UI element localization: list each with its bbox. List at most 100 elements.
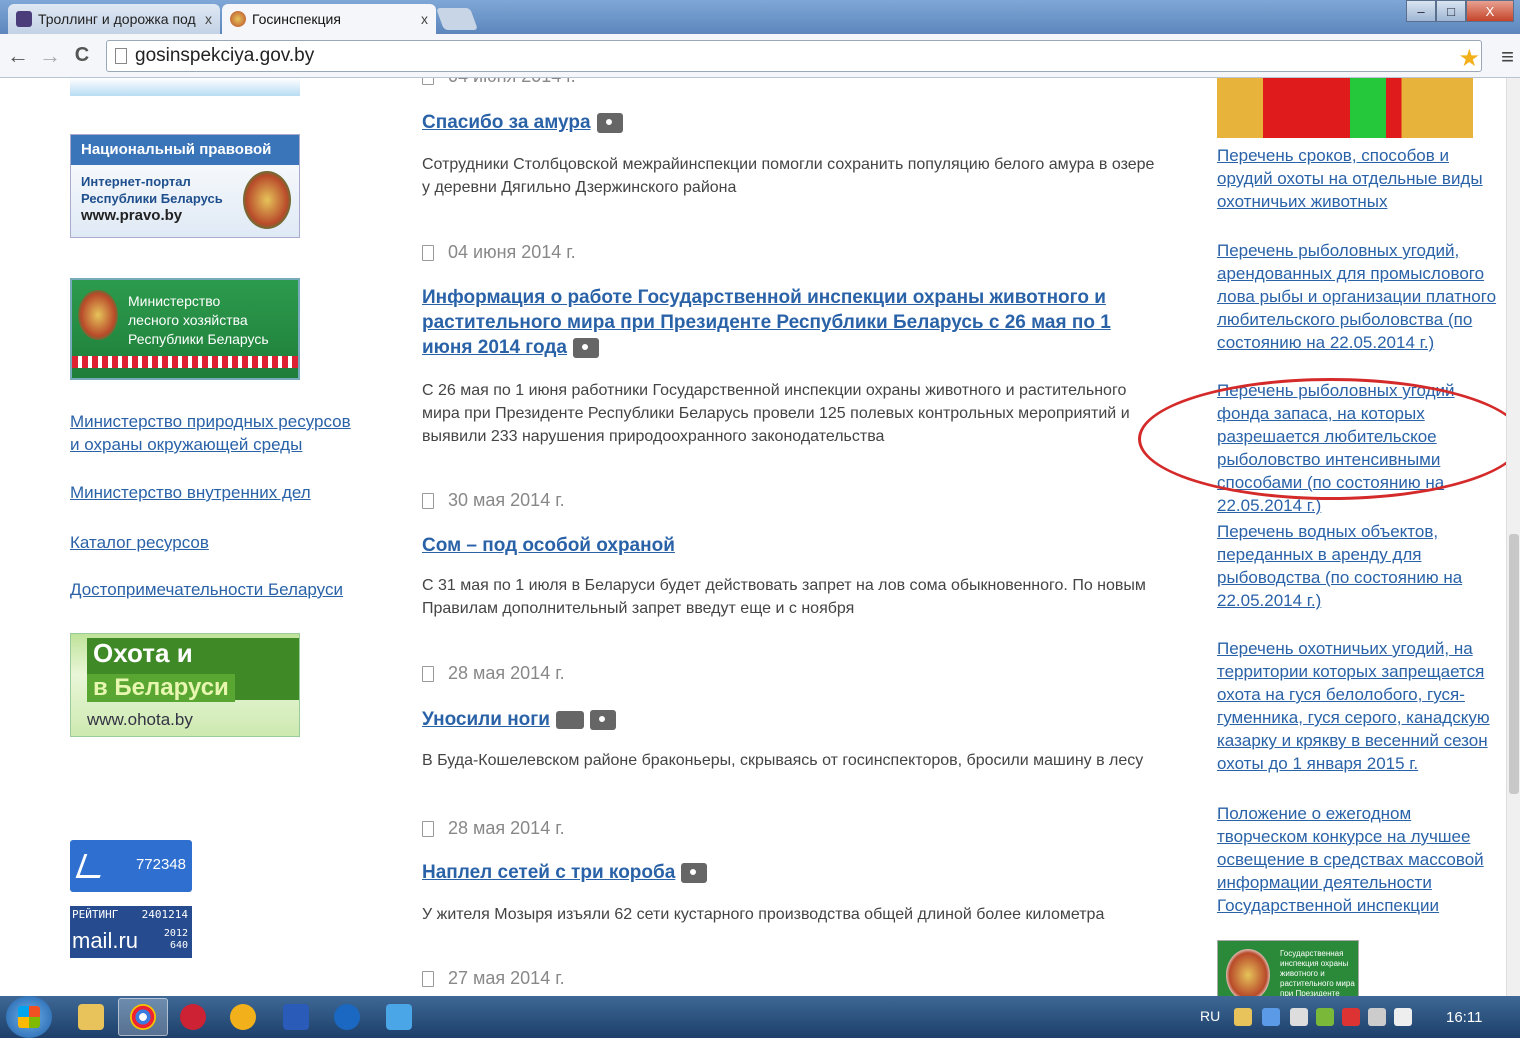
address-bar[interactable]: gosinspekciya.gov.by bbox=[106, 40, 1482, 72]
photo-icon bbox=[572, 337, 599, 358]
app-icon[interactable] bbox=[180, 1004, 206, 1030]
news-date-text: 04 июня 2014 г. bbox=[448, 242, 576, 262]
photo-icon bbox=[681, 862, 708, 883]
close-button[interactable]: X bbox=[1466, 0, 1514, 22]
app-icon[interactable] bbox=[386, 1004, 412, 1030]
menu-icon[interactable]: ≡ bbox=[1501, 44, 1514, 70]
tab-title: Троллинг и дорожка под bbox=[38, 11, 196, 27]
news-title-link[interactable]: Наплел сетей с три короба bbox=[422, 862, 675, 883]
news-date: 30 мая 2014 г. bbox=[422, 490, 565, 511]
ohota-url: www.ohota.by bbox=[87, 710, 193, 729]
tray-icon[interactable] bbox=[1262, 1008, 1280, 1026]
counter-value: 772348 bbox=[135, 856, 186, 873]
link-landmarks[interactable]: Достопримечательности Беларуси bbox=[70, 578, 370, 601]
link-natural-resources-ministry[interactable]: Министерство природных ресурсов и охраны… bbox=[70, 410, 360, 456]
news-date: 04 июня 2014 г. bbox=[422, 242, 576, 263]
forestry-line3: Республики Беларусь bbox=[128, 331, 269, 347]
pravo-banner[interactable]: Национальный правовой Интернет-портал Ре… bbox=[70, 134, 300, 238]
news-title: Наплел сетей с три короба bbox=[422, 860, 1162, 885]
maximize-button[interactable]: □ bbox=[1436, 0, 1466, 22]
inspection-banner[interactable]: Государственная инспекция охраны животно… bbox=[1217, 940, 1359, 996]
news-title-link[interactable]: Сом – под особой охраной bbox=[422, 535, 675, 556]
link-creative-contest[interactable]: Положение о ежегодном творческом конкурс… bbox=[1217, 802, 1497, 917]
link-hunting-restrictions[interactable]: Перечень охотничьих угодий, на территори… bbox=[1217, 637, 1497, 775]
link-resource-catalog[interactable]: Каталог ресурсов bbox=[70, 531, 370, 554]
document-icon bbox=[422, 78, 434, 85]
rating-line2: 2012 bbox=[163, 928, 188, 939]
tab-trolling[interactable]: Троллинг и дорожка под x bbox=[8, 4, 220, 34]
news-title: Спасибо за амура bbox=[422, 110, 1162, 135]
news-description: С 26 мая по 1 июня работники Государстве… bbox=[422, 382, 1130, 445]
news-title-link[interactable]: Информация о работе Государственной инсп… bbox=[422, 287, 1111, 358]
window-controls: – □ X bbox=[1406, 0, 1514, 22]
tab-gosinspekciya[interactable]: Госинспекция x bbox=[222, 4, 436, 34]
photo-icon bbox=[589, 709, 616, 730]
link-interior-ministry[interactable]: Министерство внутренних дел bbox=[70, 481, 370, 504]
news-date-text: 27 мая 2014 г. bbox=[448, 968, 565, 988]
tab-favicon-icon bbox=[16, 11, 32, 27]
language-indicator[interactable]: RU bbox=[1200, 1008, 1220, 1024]
antivirus-icon[interactable] bbox=[1342, 1008, 1360, 1026]
tab-close-icon[interactable]: x bbox=[205, 11, 212, 27]
rating-line3: 640 bbox=[169, 940, 188, 951]
start-button[interactable] bbox=[6, 996, 52, 1038]
network-icon[interactable] bbox=[1368, 1008, 1386, 1026]
scroll-thumb[interactable] bbox=[1509, 534, 1519, 794]
inspection-banner-text: Государственная инспекция охраны животно… bbox=[1280, 949, 1355, 996]
reload-button[interactable]: C bbox=[68, 44, 96, 67]
news-date-text: 30 мая 2014 г. bbox=[448, 490, 565, 510]
news-title: Информация о работе Государственной инсп… bbox=[422, 285, 1162, 360]
news-title-link[interactable]: Уносили ноги bbox=[422, 709, 550, 730]
counter-logo-icon bbox=[75, 854, 109, 878]
back-button[interactable]: ← bbox=[4, 43, 32, 69]
tray-icon[interactable] bbox=[1234, 1008, 1252, 1026]
skype-icon[interactable] bbox=[334, 1004, 360, 1030]
title-bar: Троллинг и дорожка под x Госинспекция x … bbox=[0, 0, 1520, 34]
forestry-line2: лесного хозяйства bbox=[128, 312, 248, 328]
news-description: С 31 мая по 1 июля в Беларуси будет дейс… bbox=[422, 577, 1146, 617]
page-content: Национальный правовой Интернет-портал Ре… bbox=[0, 78, 1506, 996]
url-text: gosinspekciya.gov.by bbox=[135, 45, 315, 66]
news-title-link[interactable]: Спасибо за амура bbox=[422, 112, 591, 133]
clock[interactable]: 16:11 bbox=[1446, 1009, 1482, 1026]
ohota-banner[interactable]: Охота и рыбалка в Беларуси www.ohota.by bbox=[70, 633, 300, 737]
rating-brand: mail.ru bbox=[72, 928, 139, 953]
mailru-rating[interactable]: РЕЙТИНГ 2401214 mail.ru 2012 640 bbox=[70, 906, 192, 958]
volume-icon[interactable] bbox=[1394, 1008, 1412, 1026]
forestry-line1: Министерство bbox=[128, 293, 221, 309]
news-date-text: 04 июня 2014 г. bbox=[448, 78, 576, 87]
chrome-icon[interactable] bbox=[130, 1004, 156, 1030]
hunting-calendar-image[interactable] bbox=[1217, 78, 1473, 138]
rating-value: 2401214 bbox=[141, 908, 188, 921]
news-description: У жителя Мозыря изъяли 62 сети кустарног… bbox=[422, 906, 1105, 923]
news-date-text: 28 мая 2014 г. bbox=[448, 663, 565, 683]
page-icon bbox=[115, 48, 127, 64]
windows-logo-icon bbox=[18, 1006, 40, 1028]
forward-button[interactable]: → bbox=[36, 43, 64, 69]
forestry-banner-text: Министерство лесного хозяйства Республик… bbox=[128, 292, 269, 349]
nvidia-icon[interactable] bbox=[1316, 1008, 1334, 1026]
highlight-ellipse bbox=[1138, 378, 1520, 500]
news-title: Сом – под особой охраной bbox=[422, 533, 1162, 558]
windows-taskbar: RU 16:11 bbox=[0, 996, 1520, 1038]
emblem-icon bbox=[1226, 949, 1270, 996]
tab-favicon-icon bbox=[230, 11, 246, 27]
flag-icon[interactable] bbox=[1290, 1008, 1308, 1026]
explorer-icon[interactable] bbox=[78, 1004, 104, 1030]
top-banner-fragment[interactable] bbox=[70, 78, 300, 96]
visitor-counter[interactable]: 772348 bbox=[70, 840, 192, 892]
emblem-icon bbox=[243, 171, 291, 229]
forestry-ministry-banner[interactable]: Министерство лесного хозяйства Республик… bbox=[70, 278, 300, 380]
page-scrollbar[interactable] bbox=[1506, 78, 1520, 996]
app-icon[interactable] bbox=[230, 1004, 256, 1030]
tab-close-icon[interactable]: x bbox=[421, 11, 428, 27]
link-water-bodies[interactable]: Перечень водных объектов, переданных в а… bbox=[1217, 520, 1497, 612]
link-hunting-terms[interactable]: Перечень сроков, способов и орудий охоты… bbox=[1217, 144, 1497, 213]
word-icon[interactable] bbox=[283, 1004, 309, 1030]
ornament bbox=[72, 356, 298, 368]
new-tab-button[interactable] bbox=[435, 8, 479, 30]
link-leased-fishing-grounds[interactable]: Перечень рыболовных угодий, арендованных… bbox=[1217, 239, 1497, 354]
news-date-text: 28 мая 2014 г. bbox=[448, 818, 565, 838]
minimize-button[interactable]: – bbox=[1406, 0, 1436, 22]
bookmark-star-icon[interactable]: ★ bbox=[1458, 44, 1480, 73]
